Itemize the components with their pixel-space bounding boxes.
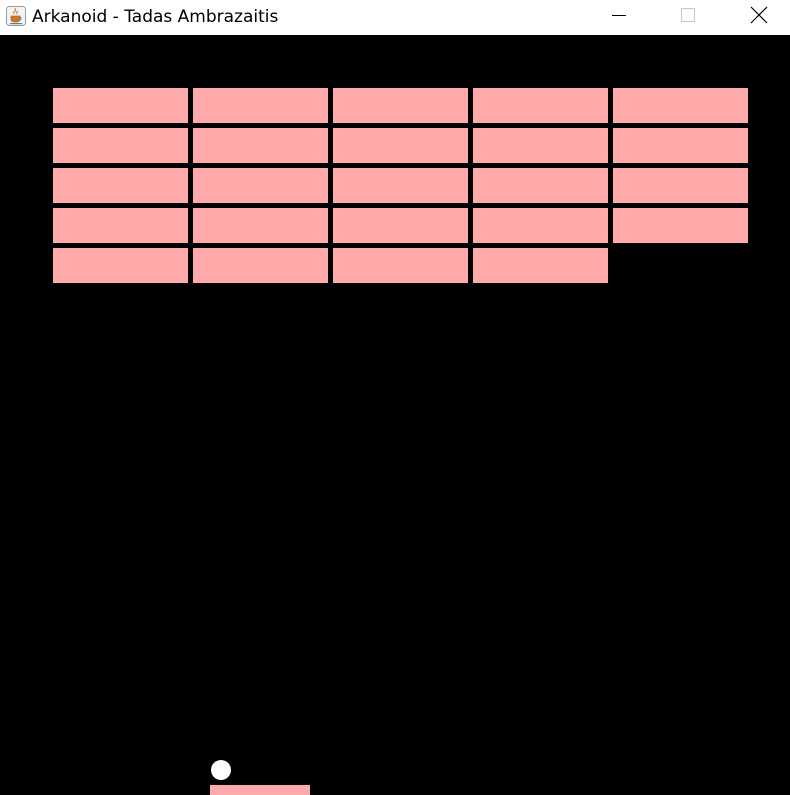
brick [333,128,468,163]
brick [193,168,328,203]
brick [613,128,748,163]
brick [333,208,468,243]
brick [53,128,188,163]
minimize-button[interactable] [596,0,642,33]
game-window: Arkanoid - Tadas Ambrazaitis [0,0,790,795]
brick [53,248,188,283]
brick [473,88,608,123]
ball [211,760,231,780]
brick [53,168,188,203]
brick [193,88,328,123]
brick [333,88,468,123]
brick [193,208,328,243]
brick [473,128,608,163]
brick [333,168,468,203]
paddle[interactable] [210,785,310,795]
brick [473,168,608,203]
minimize-icon [611,7,627,27]
game-board[interactable] [0,35,790,795]
brick [53,208,188,243]
maximize-button[interactable] [665,0,711,33]
java-coffee-cup-icon[interactable] [6,6,26,26]
close-button[interactable] [736,0,782,33]
title-bar[interactable]: Arkanoid - Tadas Ambrazaitis [0,0,790,35]
maximize-icon [680,7,696,27]
brick [613,88,748,123]
brick [613,208,748,243]
brick [193,128,328,163]
brick [613,168,748,203]
brick [473,208,608,243]
brick [473,248,608,283]
brick [333,248,468,283]
close-icon [750,6,768,28]
brick [53,88,188,123]
brick [193,248,328,283]
window-title: Arkanoid - Tadas Ambrazaitis [32,7,279,27]
